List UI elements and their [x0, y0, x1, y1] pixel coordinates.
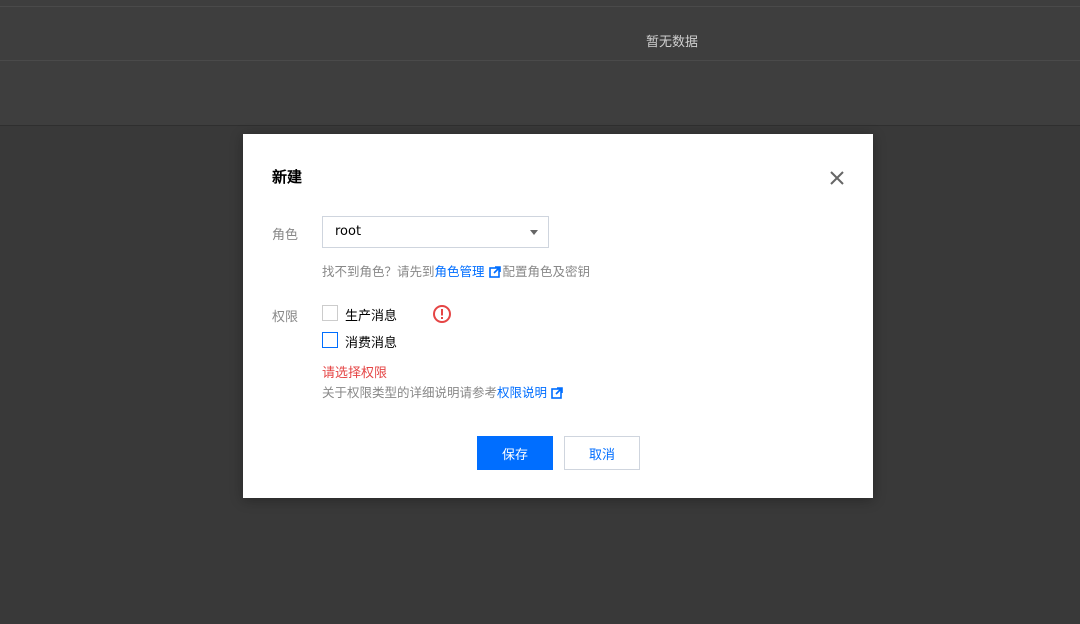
- role-help-text: 找不到角色？请先到角色管理 配置角色及密钥: [322, 261, 590, 280]
- close-icon: [830, 171, 844, 185]
- role-select-value: root: [335, 224, 362, 239]
- role-management-link[interactable]: 角色管理: [435, 264, 485, 279]
- produce-message-label[interactable]: 生产消息: [345, 305, 397, 324]
- role-select[interactable]: root: [322, 216, 549, 248]
- external-link-icon[interactable]: [551, 387, 563, 399]
- table-row: 暂无数据: [0, 7, 1080, 61]
- consume-message-label[interactable]: 消费消息: [345, 332, 397, 351]
- error-icon: [433, 305, 451, 323]
- background-table: 暂无数据: [0, 0, 1080, 126]
- dialog-title: 新建: [272, 168, 303, 186]
- external-link-icon[interactable]: [488, 266, 501, 278]
- caret-down-icon: [530, 230, 538, 235]
- permission-error-text: 请选择权限: [322, 366, 388, 381]
- produce-message-checkbox[interactable]: [322, 305, 338, 321]
- table-row: [0, 61, 1080, 126]
- permission-help-text: 关于权限类型的详细说明请参考权限说明: [322, 382, 565, 401]
- permission-docs-link[interactable]: 权限说明: [497, 385, 547, 400]
- role-help-suffix: 配置角色及密钥: [502, 264, 591, 279]
- permission-help-prefix: 关于权限类型的详细说明请参考: [322, 385, 498, 400]
- create-dialog: 新建 角色 root 找不到角色？请先到角色管理 配置角色及密钥 权限 生产消息…: [243, 134, 873, 498]
- role-help-prefix: 找不到角色？请先到: [322, 264, 435, 279]
- table-row: [0, 0, 1080, 7]
- empty-state-text: 暂无数据: [646, 35, 699, 50]
- save-button[interactable]: 保存: [477, 436, 553, 470]
- permission-label: 权限: [272, 310, 299, 325]
- cancel-button[interactable]: 取消: [564, 436, 640, 470]
- close-button[interactable]: [827, 168, 847, 188]
- role-label: 角色: [272, 228, 299, 243]
- consume-message-checkbox[interactable]: [322, 332, 338, 348]
